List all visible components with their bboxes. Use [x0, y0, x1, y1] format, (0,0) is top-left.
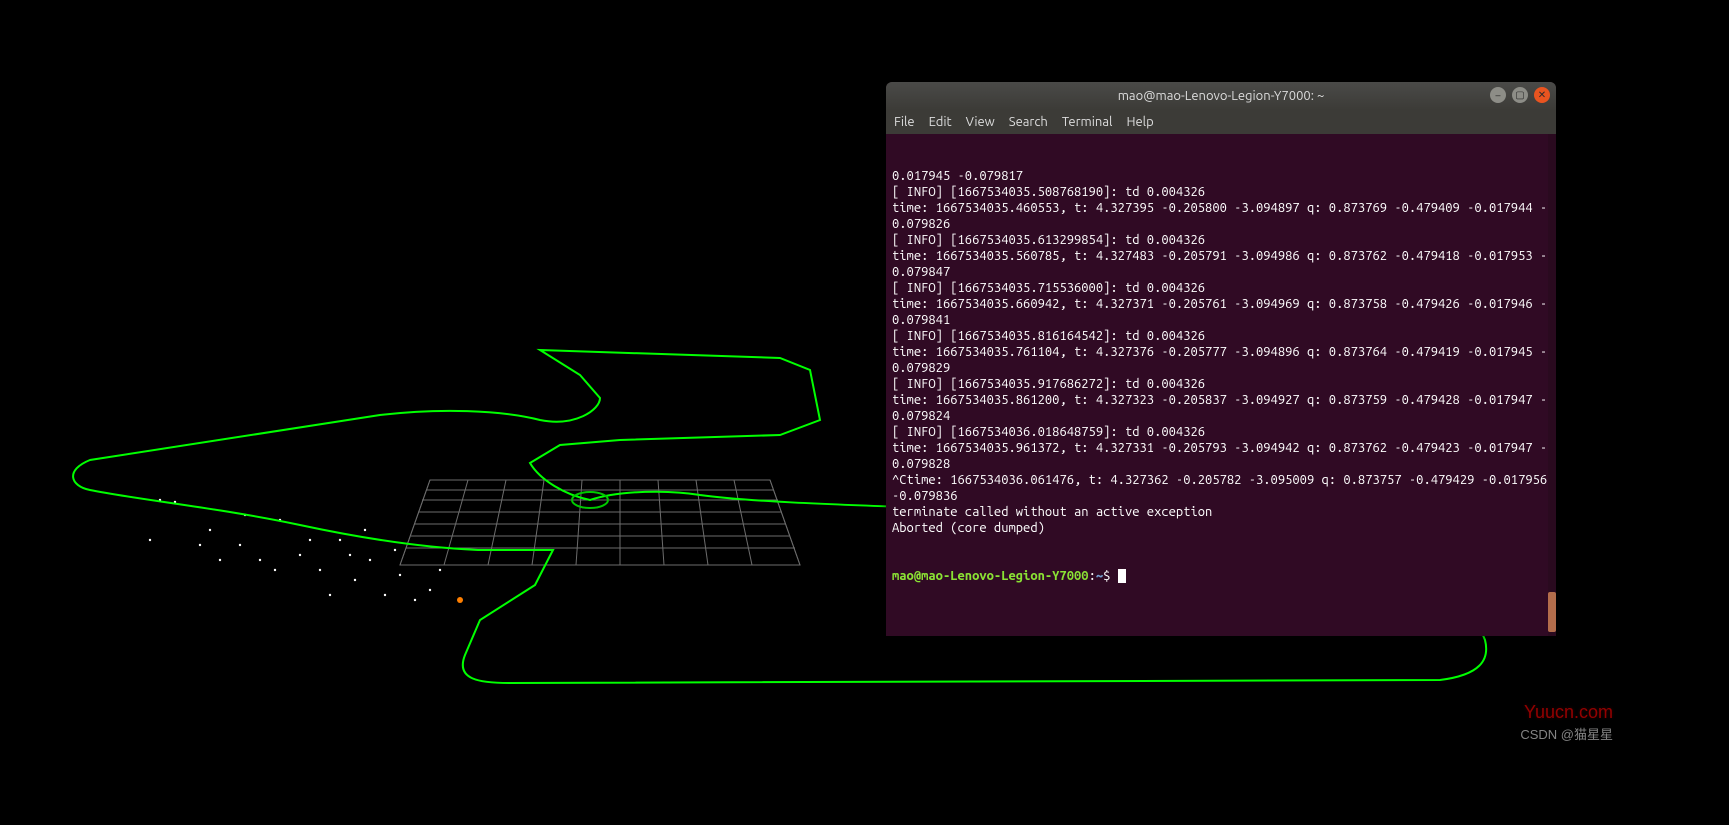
window-titlebar[interactable]: mao@mao-Lenovo-Legion-Y7000: ~ – ▢ ✕	[886, 82, 1556, 110]
terminal-line: [ INFO] [1667534035.917686272]: td 0.004…	[892, 376, 1550, 392]
terminal-line: terminate called without an active excep…	[892, 504, 1550, 520]
minimize-button[interactable]: –	[1490, 87, 1506, 103]
watermark-site: Yuucn.com	[1524, 702, 1613, 723]
terminal-prompt-line: mao@mao-Lenovo-Legion-Y7000:~$	[892, 568, 1550, 584]
terminal-line: [ INFO] [1667534035.816164542]: td 0.004…	[892, 328, 1550, 344]
terminal-line: Aborted (core dumped)	[892, 520, 1550, 536]
window-title: mao@mao-Lenovo-Legion-Y7000: ~	[886, 89, 1556, 103]
menu-terminal[interactable]: Terminal	[1062, 115, 1113, 129]
terminal-line: [ INFO] [1667534035.715536000]: td 0.004…	[892, 280, 1550, 296]
prompt-user-host: mao@mao-Lenovo-Legion-Y7000	[892, 569, 1089, 583]
terminal-line: ^Ctime: 1667534036.061476, t: 4.327362 -…	[892, 472, 1550, 504]
maximize-button[interactable]: ▢	[1512, 87, 1528, 103]
terminal-line: [ INFO] [1667534036.018648759]: td 0.004…	[892, 424, 1550, 440]
terminal-line: time: 1667534035.761104, t: 4.327376 -0.…	[892, 344, 1550, 376]
watermark-author: CSDN @猫星星	[1520, 724, 1613, 743]
terminal-line: time: 1667534035.861200, t: 4.327323 -0.…	[892, 392, 1550, 424]
terminal-line: time: 1667534035.460553, t: 4.327395 -0.…	[892, 200, 1550, 232]
terminal-window: mao@mao-Lenovo-Legion-Y7000: ~ – ▢ ✕ Fil…	[886, 82, 1556, 636]
terminal-cursor	[1118, 569, 1126, 583]
point-cloud	[149, 499, 441, 601]
close-button[interactable]: ✕	[1534, 87, 1550, 103]
terminal-scrollbar-thumb[interactable]	[1548, 592, 1556, 632]
menu-help[interactable]: Help	[1126, 115, 1153, 129]
terminal-line: time: 1667534035.961372, t: 4.327331 -0.…	[892, 440, 1550, 472]
menu-edit[interactable]: Edit	[929, 115, 952, 129]
terminal-scrollbar[interactable]	[1548, 134, 1556, 636]
window-controls: – ▢ ✕	[1490, 87, 1550, 103]
menu-search[interactable]: Search	[1009, 115, 1048, 129]
terminal-body[interactable]: 0.017945 -0.079817[ INFO] [1667534035.50…	[886, 134, 1556, 636]
terminal-line: [ INFO] [1667534035.508768190]: td 0.004…	[892, 184, 1550, 200]
terminal-output: 0.017945 -0.079817[ INFO] [1667534035.50…	[892, 168, 1550, 536]
origin-marker	[457, 597, 463, 603]
menu-bar: File Edit View Search Terminal Help	[886, 110, 1556, 134]
menu-view[interactable]: View	[966, 115, 995, 129]
menu-file[interactable]: File	[894, 115, 915, 129]
terminal-line: 0.017945 -0.079817	[892, 168, 1550, 184]
terminal-line: time: 1667534035.560785, t: 4.327483 -0.…	[892, 248, 1550, 280]
terminal-line: [ INFO] [1667534035.613299854]: td 0.004…	[892, 232, 1550, 248]
terminal-line: time: 1667534035.660942, t: 4.327371 -0.…	[892, 296, 1550, 328]
